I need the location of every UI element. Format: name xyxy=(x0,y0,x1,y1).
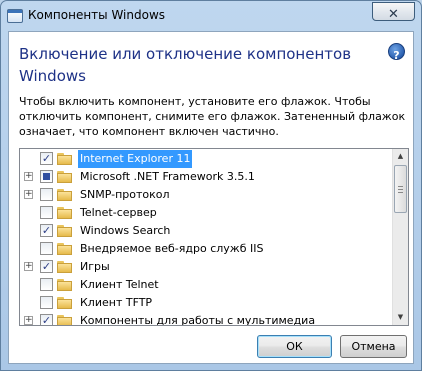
folder-icon xyxy=(57,189,72,201)
feature-checkbox[interactable] xyxy=(40,242,53,255)
feature-row[interactable]: Клиент TFTP xyxy=(20,294,394,312)
feature-label[interactable]: Внедряемое веб-ядро служб IIS xyxy=(78,240,265,258)
feature-label[interactable]: Игры xyxy=(78,258,112,276)
feature-row[interactable]: + Microsoft .NET Framework 3.5.1 xyxy=(20,168,394,186)
dialog-client-area: Включение или отключение компонентов Win… xyxy=(8,31,414,364)
dialog-window: Компоненты Windows ✕ Включение или отклю… xyxy=(0,0,422,371)
feature-row[interactable]: + ✓ Компоненты для работы с мультимедиа xyxy=(20,312,394,325)
feature-label[interactable]: Компоненты для работы с мультимедиа xyxy=(78,312,317,325)
folder-icon xyxy=(57,261,72,273)
feature-checkbox[interactable]: ✓ xyxy=(40,260,53,273)
feature-label[interactable]: Windows Search xyxy=(78,222,172,240)
expand-icon[interactable]: + xyxy=(24,316,33,325)
feature-label[interactable]: Internet Explorer 11 xyxy=(78,150,193,168)
title-bar[interactable]: Компоненты Windows ✕ xyxy=(1,1,421,31)
folder-icon xyxy=(57,225,72,237)
feature-row[interactable]: Внедряемое веб-ядро служб IIS xyxy=(20,240,394,258)
expand-icon[interactable]: + xyxy=(24,172,33,181)
feature-checkbox[interactable] xyxy=(40,278,53,291)
folder-icon xyxy=(57,315,72,325)
feature-checkbox[interactable] xyxy=(40,188,53,201)
feature-label[interactable]: Microsoft .NET Framework 3.5.1 xyxy=(78,168,257,186)
feature-checkbox[interactable] xyxy=(40,296,53,309)
feature-row[interactable]: Telnet-сервер xyxy=(20,204,394,222)
features-tree[interactable]: ✓ Internet Explorer 11 + Microsoft .NET Fra… xyxy=(19,148,409,326)
window-title: Компоненты Windows xyxy=(28,8,166,22)
feature-checkbox[interactable] xyxy=(40,170,53,183)
folder-icon xyxy=(57,207,72,219)
feature-label[interactable]: Клиент Telnet xyxy=(78,276,161,294)
close-button[interactable]: ✕ xyxy=(372,2,415,22)
folder-icon xyxy=(57,297,72,309)
feature-checkbox[interactable]: ✓ xyxy=(40,224,53,237)
ok-button[interactable]: ОК xyxy=(257,335,332,358)
scrollbar-thumb[interactable] xyxy=(394,165,407,213)
cancel-button[interactable]: Отмена xyxy=(340,335,407,358)
folder-icon xyxy=(57,243,72,255)
scroll-up-arrow-icon[interactable]: ▲ xyxy=(393,149,408,164)
feature-row[interactable]: + ✓ Игры xyxy=(20,258,394,276)
folder-icon xyxy=(57,279,72,291)
feature-label[interactable]: Клиент TFTP xyxy=(78,294,154,312)
feature-row[interactable]: ✓ Windows Search xyxy=(20,222,394,240)
dialog-description: Чтобы включить компонент, установите его… xyxy=(19,95,406,138)
help-icon[interactable]: ? xyxy=(388,43,405,62)
window-app-icon xyxy=(7,9,23,23)
expand-icon[interactable]: + xyxy=(24,190,33,199)
feature-checkbox[interactable] xyxy=(40,206,53,219)
feature-label[interactable]: SNMP-протокол xyxy=(78,186,172,204)
feature-row[interactable]: Клиент Telnet xyxy=(20,276,394,294)
feature-row[interactable]: + SNMP-протокол xyxy=(20,186,394,204)
help-icon-glyph: ? xyxy=(393,49,400,62)
close-icon: ✕ xyxy=(388,7,399,22)
folder-icon xyxy=(57,153,72,165)
feature-label[interactable]: Telnet-сервер xyxy=(78,204,159,222)
feature-checkbox[interactable]: ✓ xyxy=(40,152,53,165)
expand-icon[interactable]: + xyxy=(24,262,33,271)
feature-checkbox[interactable]: ✓ xyxy=(40,314,53,325)
vertical-scrollbar[interactable]: ▲ ▼ xyxy=(392,149,408,325)
dialog-heading: Включение или отключение компонентов Win… xyxy=(19,45,352,85)
folder-icon xyxy=(57,171,72,183)
scroll-down-arrow-icon[interactable]: ▼ xyxy=(393,310,408,325)
feature-row[interactable]: ✓ Internet Explorer 11 xyxy=(20,150,394,168)
